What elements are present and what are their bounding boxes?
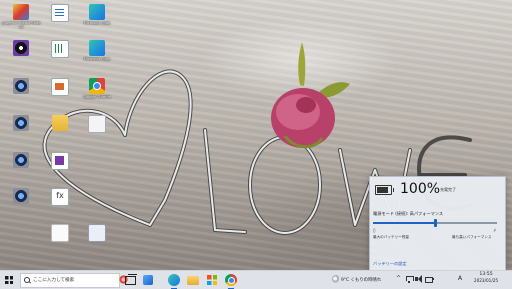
show-hidden-icons-chevron-icon[interactable]: ^ bbox=[396, 275, 401, 282]
widgets-button[interactable] bbox=[142, 274, 154, 286]
battery-icon[interactable] bbox=[425, 275, 434, 283]
start-button[interactable] bbox=[0, 271, 18, 289]
app-icon bbox=[13, 78, 29, 94]
taskbar-chrome-button[interactable] bbox=[225, 274, 237, 289]
battery-saver-icon: ◊ bbox=[373, 228, 376, 234]
taskbar-store-button[interactable] bbox=[206, 274, 218, 286]
slider-right-label: 最も高いパフォーマンス bbox=[452, 235, 492, 239]
battery-flyout: 100% 充電完了 電源モード (接続): 高パフォーマンス ◊ ⚡ 最大のバッ… bbox=[369, 176, 506, 272]
slider-left-label: 最大のバッテリー残量 bbox=[373, 235, 409, 239]
ime-indicator[interactable]: A bbox=[458, 275, 462, 282]
fx-document-icon: fx bbox=[51, 188, 69, 206]
document-icon bbox=[88, 115, 106, 133]
volume-icon[interactable] bbox=[415, 275, 423, 283]
edge-icon bbox=[168, 274, 180, 286]
edge-icon bbox=[89, 40, 105, 56]
windows-logo-icon bbox=[5, 276, 13, 284]
power-mode-slider[interactable] bbox=[373, 219, 497, 227]
edge-icon bbox=[89, 4, 105, 20]
desktop-icon-label: Cyberlink Media Suite 10 bbox=[1, 21, 41, 30]
desktop-icon-label: Google Chrome bbox=[83, 95, 111, 99]
store-icon bbox=[207, 275, 217, 285]
doc-icon bbox=[88, 224, 106, 242]
app-icon bbox=[13, 152, 29, 168]
search-placeholder: ここに入力して検索 bbox=[33, 278, 75, 283]
desktop-icon-blank-document[interactable] bbox=[40, 222, 80, 268]
document-icon bbox=[51, 4, 69, 22]
desktop-icon-app-4[interactable] bbox=[1, 186, 41, 232]
widgets-icon bbox=[143, 275, 153, 285]
desktop-icon-label: Microsoft Edge bbox=[83, 21, 111, 25]
desktop-icon-doc[interactable] bbox=[77, 222, 117, 268]
search-icon bbox=[24, 277, 30, 283]
power-mode-slider-fill bbox=[373, 222, 435, 224]
chrome-icon bbox=[89, 78, 105, 94]
battery-settings-link[interactable]: バッテリーの設定 bbox=[373, 261, 407, 267]
taskbar-edge-button[interactable] bbox=[168, 274, 180, 289]
performance-icon: ⚡ bbox=[493, 228, 497, 234]
clock[interactable]: 13:55 2023/01/25 bbox=[466, 272, 506, 284]
weather-icon[interactable] bbox=[332, 275, 340, 283]
app-icon bbox=[13, 115, 29, 131]
battery-percent: 100% bbox=[400, 181, 441, 197]
power-mode-slider-thumb[interactable] bbox=[433, 219, 437, 227]
taskbar-explorer-button[interactable] bbox=[187, 274, 199, 286]
desktop-icon-document-2[interactable] bbox=[77, 113, 117, 159]
spreadsheet-icon bbox=[51, 40, 69, 58]
chrome-icon bbox=[225, 274, 237, 286]
weather-widget[interactable]: 9°C くもりの時晴れ bbox=[341, 277, 381, 283]
task-view-icon bbox=[125, 274, 137, 285]
battery-status: 充電完了 bbox=[440, 187, 456, 192]
app-icon bbox=[13, 188, 29, 204]
folder-icon bbox=[52, 115, 68, 131]
battery-full-icon bbox=[375, 185, 394, 195]
file-explorer-icon bbox=[187, 276, 199, 285]
desktop-icon-label: Microsoft Edge bbox=[83, 57, 111, 61]
presentation-icon bbox=[51, 152, 69, 170]
task-view-button[interactable] bbox=[124, 274, 137, 286]
power-mode-label: 電源モード (接続): 高パフォーマンス bbox=[373, 211, 444, 216]
clock-date: 2023/01/25 bbox=[473, 278, 499, 283]
media-player-icon bbox=[13, 40, 29, 56]
search-box[interactable]: ここに入力して検索 bbox=[20, 273, 128, 288]
network-icon[interactable] bbox=[405, 275, 414, 283]
media-suite-icon bbox=[13, 4, 29, 20]
taskbar: ここに入力して検索 9°C くもりの時晴れ ^ A 13:55 2023/01/… bbox=[0, 270, 512, 289]
blank-document-icon bbox=[51, 224, 69, 242]
presentation-icon bbox=[51, 78, 69, 96]
